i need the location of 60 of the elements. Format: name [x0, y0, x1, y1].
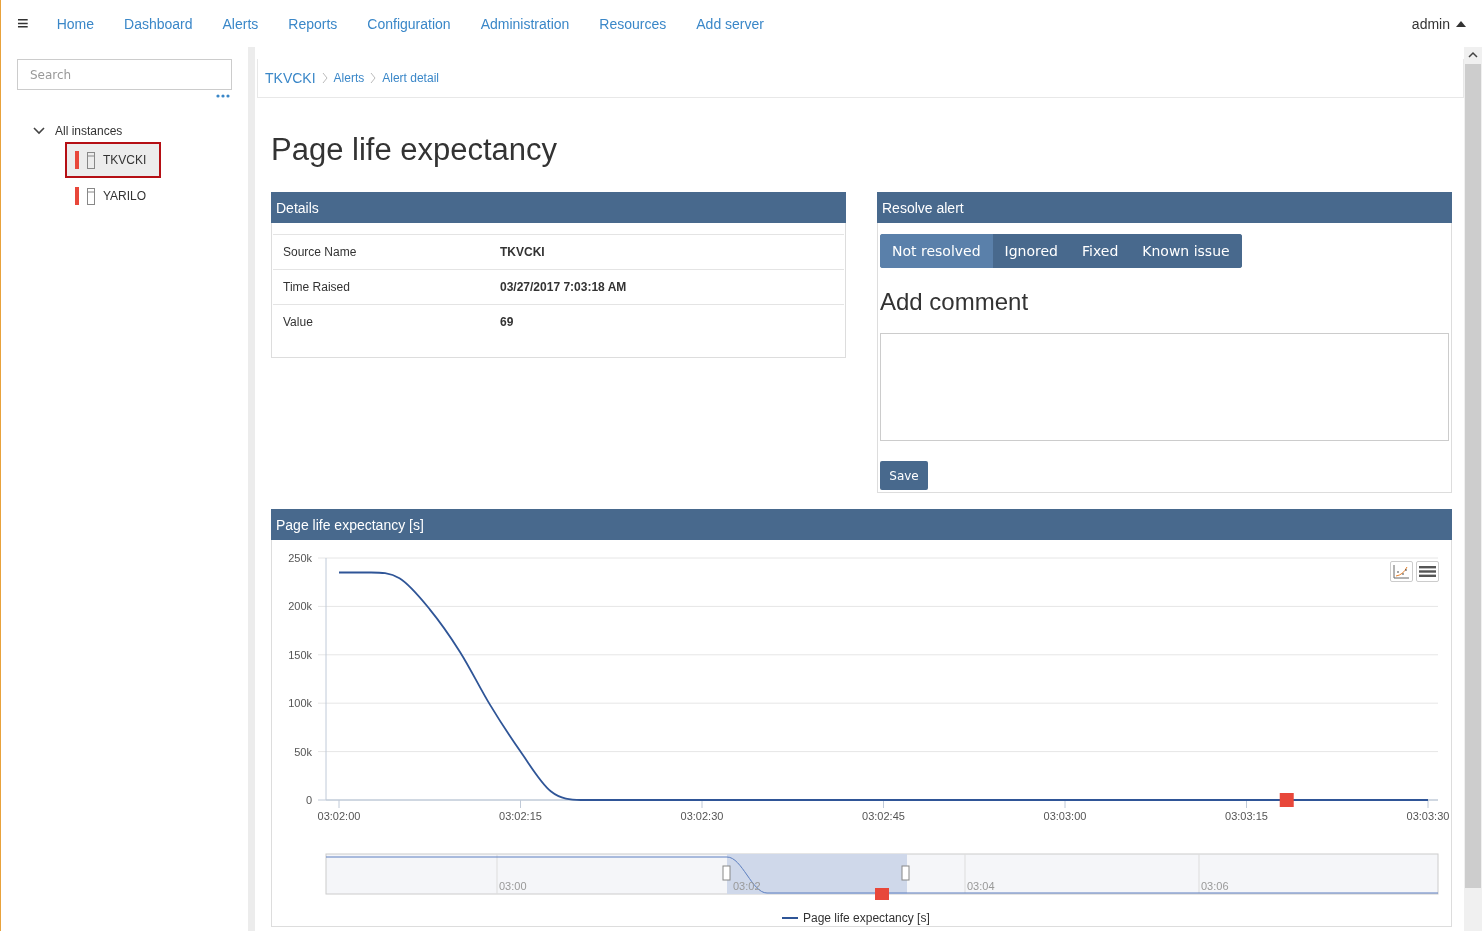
- axis-label: 250k: [288, 552, 312, 564]
- instance-item[interactable]: TKVCKI: [65, 142, 161, 178]
- axis-label: 150k: [288, 648, 312, 661]
- user-menu[interactable]: admin: [1411, 15, 1466, 32]
- axis-label: 03:02:15: [499, 810, 542, 822]
- nav-link[interactable]: Resources: [599, 15, 667, 32]
- axis-label: 03:03:00: [1043, 810, 1087, 822]
- comment-heading: Add comment: [880, 288, 1030, 316]
- field-label: Source Name: [282, 245, 358, 259]
- tree-item[interactable]: All instances: [55, 124, 123, 138]
- axis-label: 03:02:30: [680, 810, 724, 822]
- axis-label: 03:03:15: [1225, 810, 1268, 822]
- panel-header: Resolve alert: [877, 192, 1452, 223]
- axis-label: 200k: [288, 600, 312, 613]
- axis-label: 100k: [288, 697, 312, 710]
- scroll-up-icon[interactable]: [1468, 50, 1478, 60]
- field-value: 69: [500, 315, 514, 329]
- panel-header: Page life expectancy [s]: [271, 509, 1452, 540]
- panel-header: Details: [271, 192, 846, 223]
- breadcrumb-link[interactable]: Alerts: [333, 71, 365, 85]
- legend-label: Page life expectancy [s]: [803, 911, 930, 925]
- server-icon: [87, 151, 95, 169]
- navigator-label: 03:02: [733, 880, 761, 892]
- field-label: Time Raised: [282, 280, 351, 294]
- breadcrumb-link[interactable]: Alert detail: [382, 71, 439, 85]
- chevron-icon: [370, 73, 377, 83]
- more-icon[interactable]: [216, 94, 230, 98]
- menu-icon[interactable]: ≡: [17, 12, 29, 35]
- nav-link[interactable]: Dashboard: [124, 15, 193, 32]
- page-title: Page life expectancy: [271, 132, 559, 168]
- nav-link[interactable]: Reports: [288, 15, 338, 32]
- chevron-icon[interactable]: [33, 127, 45, 135]
- status-option[interactable]: Not resolved: [880, 234, 993, 268]
- menu-icon[interactable]: [1416, 561, 1439, 582]
- nav-link[interactable]: Alerts: [222, 15, 259, 32]
- axis-label: 03:02:00: [317, 810, 361, 822]
- instance-item[interactable]: YARILO: [65, 178, 161, 214]
- navigator-label: 03:06: [1201, 880, 1229, 892]
- scrollbar-thumb[interactable]: [1465, 64, 1481, 888]
- alert-marker: [1279, 793, 1294, 807]
- nav-link[interactable]: Configuration: [367, 15, 451, 32]
- nav-link[interactable]: Administration: [480, 15, 570, 32]
- field-label: Value: [282, 315, 314, 329]
- breadcrumb-link[interactable]: TKVCKI: [265, 70, 316, 86]
- navigator-label: 03:00: [499, 880, 527, 892]
- chevron-icon: [321, 73, 328, 83]
- caret-icon: [1456, 20, 1466, 27]
- axis-label: 03:03:30: [1406, 810, 1450, 822]
- navigator-label: 03:04: [967, 880, 995, 892]
- search-field[interactable]: Search: [17, 59, 232, 90]
- axis-label: 0: [305, 794, 312, 806]
- field-value: TKVCKI: [500, 245, 545, 259]
- comment-field[interactable]: [880, 333, 1449, 441]
- server-icon: [87, 187, 95, 205]
- axis-label: 50k: [294, 745, 312, 758]
- nav-link[interactable]: Add server: [696, 15, 764, 32]
- field-value: 03/27/2017 7:03:18 AM: [500, 280, 627, 294]
- nav-link[interactable]: Home: [56, 15, 95, 32]
- axis-label: 03:02:45: [862, 810, 905, 822]
- save-button[interactable]: Save: [880, 461, 928, 490]
